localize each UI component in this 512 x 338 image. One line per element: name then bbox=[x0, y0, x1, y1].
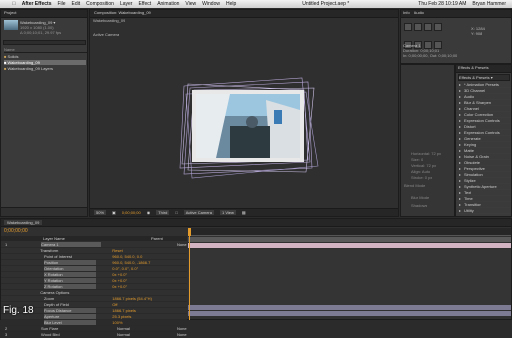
snapshot-icon[interactable]: ◉ bbox=[147, 210, 151, 215]
work-area-bar[interactable] bbox=[188, 237, 511, 242]
preview-btn-4[interactable] bbox=[434, 23, 442, 31]
menu-effect[interactable]: Effect bbox=[138, 1, 151, 7]
layer-track-bar-2[interactable] bbox=[188, 305, 511, 310]
comp-viewer[interactable] bbox=[170, 70, 330, 180]
comp-footer: 50% ▣ 0;00;00;00 ◉ Third □ Active Camera… bbox=[90, 208, 398, 216]
menu-file[interactable]: File bbox=[57, 1, 65, 7]
composition-tab[interactable]: Composition: Wakeboarding_09 bbox=[90, 10, 398, 18]
menu-layer[interactable]: Layer bbox=[120, 1, 133, 7]
composition-panel: Composition: Wakeboarding_09 Wakeboardin… bbox=[89, 9, 399, 217]
menu-help[interactable]: Help bbox=[226, 1, 236, 7]
zoom-dropdown[interactable]: 50% bbox=[94, 210, 107, 215]
char-align[interactable]: Align: Auto bbox=[411, 169, 430, 174]
playhead-line bbox=[189, 228, 190, 320]
preview-btn-3[interactable] bbox=[424, 23, 432, 31]
info-in-out: In: 0;00;00;00, Out: 0;00;10;00 bbox=[403, 53, 458, 58]
effects-search-input[interactable]: Effects & Presets ▾ bbox=[458, 74, 510, 81]
char-horizontal[interactable]: Horizontal: 72 px bbox=[411, 151, 441, 156]
project-search-input[interactable] bbox=[3, 40, 86, 45]
app-menu[interactable]: After Effects bbox=[22, 1, 52, 7]
effects-tab[interactable]: Effects & Presets bbox=[456, 65, 511, 73]
project-item-solids[interactable]: ■ Solids bbox=[4, 54, 86, 59]
figure-caption: Fig. 18 bbox=[3, 305, 34, 316]
menu-composition[interactable]: Composition bbox=[86, 1, 114, 7]
active-camera-label: Active Camera bbox=[93, 32, 120, 37]
boat-hull-right bbox=[266, 100, 300, 158]
view-dropdown[interactable]: Active Camera bbox=[183, 210, 214, 215]
parent-header[interactable]: Parent bbox=[151, 236, 163, 241]
roi-icon[interactable]: □ bbox=[175, 210, 177, 215]
clock: Thu Feb 28 10:19 AM bbox=[418, 1, 467, 7]
layer-row[interactable]: 3 Wood Bird Normal None bbox=[1, 332, 187, 338]
char-vertical[interactable]: Vertical: 72 px bbox=[411, 163, 436, 168]
footage-thumbnail bbox=[4, 20, 18, 30]
char-blur-mode[interactable]: Blur Mode bbox=[411, 195, 429, 200]
timeline-tab-bar: Wakeboarding_09 bbox=[1, 219, 511, 227]
layer-header-row: Layer Name Parent bbox=[1, 236, 187, 241]
property-tracks bbox=[188, 249, 511, 305]
character-panel: Horizontal: 72 px Size: 0 Vertical: 72 p… bbox=[400, 64, 455, 217]
effects-list: * Animation Presets 3D Channel Audio Blu… bbox=[456, 82, 511, 214]
project-tab[interactable]: Project bbox=[1, 10, 87, 18]
tab-info[interactable]: Info bbox=[403, 10, 410, 17]
preview-btn-1[interactable] bbox=[404, 23, 412, 31]
boat-deck bbox=[230, 126, 270, 158]
project-footer-toolbar bbox=[1, 207, 87, 216]
char-stroke[interactable]: Stroke: 0 px bbox=[411, 175, 432, 180]
thumb-info-duration: Δ 0;00;10;01, 29.97 fps bbox=[20, 30, 62, 35]
comp-timecode[interactable]: 0;00;00;00 bbox=[122, 210, 141, 215]
comp-subtab[interactable]: Wakeboarding_09 bbox=[93, 18, 125, 23]
grid-icon[interactable]: ▦ bbox=[242, 210, 246, 215]
camera-track-bar[interactable] bbox=[188, 243, 511, 248]
menu-animation[interactable]: Animation bbox=[157, 1, 179, 7]
layer-list: 1 Camera 1 None Transform Reset Point of… bbox=[1, 242, 187, 338]
menu-bar:  After Effects File Edit Composition La… bbox=[0, 0, 512, 8]
char-shadows[interactable]: Shadows bbox=[411, 203, 427, 208]
project-panel: Project Wakeboarding_09 ▾ 1920 x 1080 (1… bbox=[0, 9, 88, 217]
char-size[interactable]: Size: 0 bbox=[411, 157, 423, 162]
tab-audio[interactable]: Audio bbox=[414, 10, 424, 17]
camera-icon[interactable]: ▣ bbox=[112, 210, 116, 215]
menu-window[interactable]: Window bbox=[202, 1, 220, 7]
layer-name-header[interactable]: Layer Name bbox=[43, 236, 65, 241]
cursor-y: Y: 908 bbox=[471, 31, 483, 36]
resolution-dropdown[interactable]: Third bbox=[156, 210, 170, 215]
layer-track-bar-3[interactable] bbox=[188, 311, 511, 316]
rider-shirt bbox=[274, 110, 282, 124]
menu-view[interactable]: View bbox=[185, 1, 196, 7]
window-title: Untitled Project.aep * bbox=[298, 1, 349, 7]
effect-category[interactable]: Utility bbox=[456, 208, 511, 214]
views-dropdown[interactable]: 1 View bbox=[219, 210, 236, 215]
timeline-timecode[interactable]: 0;00;00;00 bbox=[4, 228, 28, 234]
time-ruler[interactable] bbox=[188, 228, 511, 236]
project-name-header[interactable]: Name bbox=[4, 47, 87, 53]
info-tabs: Info Audio bbox=[401, 10, 511, 18]
user-name[interactable]: Bryan Hammer bbox=[472, 1, 506, 7]
project-item-comp[interactable]: ■ Wakeboarding_09 bbox=[4, 60, 86, 65]
info-panel: Info Audio X: 1284 Y: 908 Camera 1 Durat… bbox=[400, 9, 512, 64]
rider-figure bbox=[246, 116, 258, 128]
preview-btn-2[interactable] bbox=[414, 23, 422, 31]
timeline-tab[interactable]: Wakeboarding_09 bbox=[4, 220, 43, 225]
timeline-panel: Wakeboarding_09 0;00;00;00 Layer Name Pa… bbox=[0, 218, 512, 338]
project-item-layers[interactable]: ■ Wakeboarding_09 Layers bbox=[4, 66, 86, 71]
char-blend-mode[interactable]: Blend Mode bbox=[404, 183, 425, 188]
effects-panel: Effects & Presets Effects & Presets ▾ * … bbox=[455, 64, 512, 217]
apple-menu-icon[interactable]:  bbox=[12, 1, 16, 7]
menu-edit[interactable]: Edit bbox=[72, 1, 81, 7]
